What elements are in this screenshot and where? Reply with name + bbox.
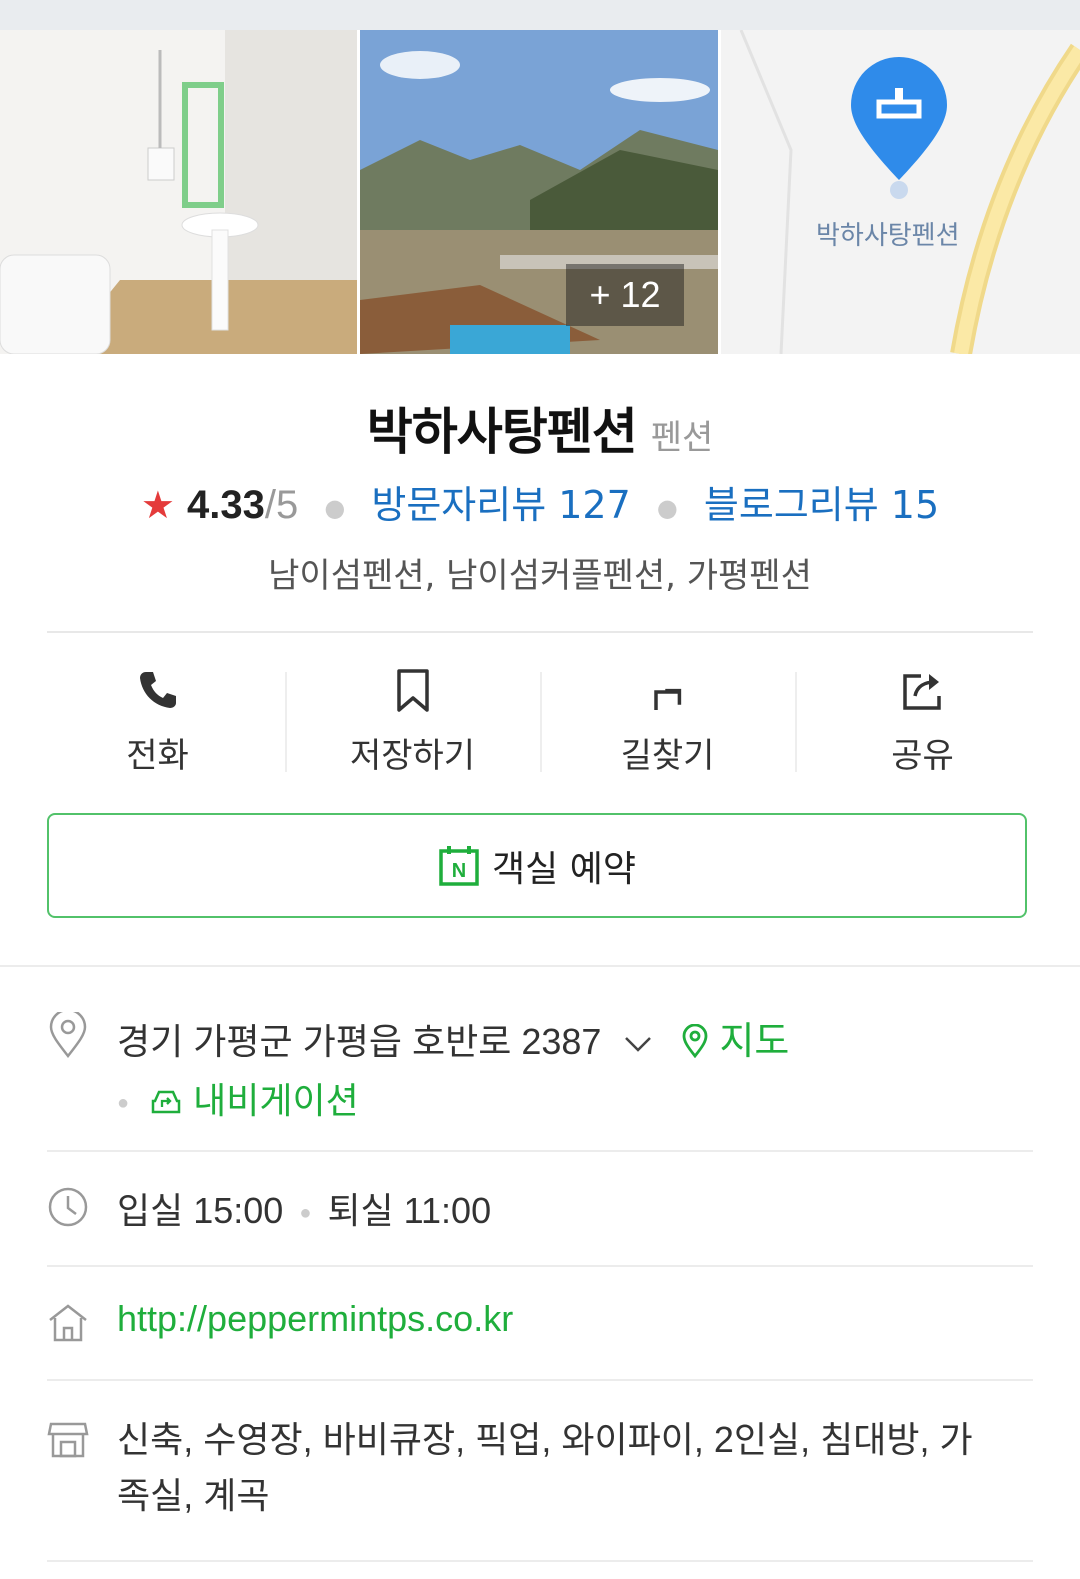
section-divider (0, 965, 1080, 967)
place-category: 펜션 (650, 418, 714, 458)
address-line: 경기 가평군 가평읍 호반로 2387 지도 (117, 1010, 789, 1065)
rating-row: ★ 4.33/5 ● 방문자리뷰 127 ● 블로그리뷰 15 (0, 474, 1080, 529)
checkin-time: 입실 15:00 (117, 1190, 284, 1231)
separator-dot: ● (299, 1201, 312, 1224)
website-row: http://peppermintps.co.kr (47, 1298, 1033, 1358)
map-link[interactable]: 지도 (681, 1021, 790, 1063)
place-keywords: 남이섬펜션, 남이섬커플펜션, 가평펜션 (268, 556, 812, 596)
navigation-link-label: 내비게이션 (193, 1080, 359, 1121)
amenities-text: 신축, 수영장, 바비큐장, 픽업, 와이파이, 2인실, 침대방, 가 족실,… (117, 1412, 1033, 1524)
checkout-time: 퇴실 11:00 (327, 1190, 492, 1231)
call-button[interactable]: 전화 (30, 660, 285, 780)
navigation-line: ● 내비게이션 (117, 1072, 359, 1124)
store-icon (47, 1422, 89, 1458)
checkin-checkout-text: 입실 15:00 ● 퇴실 11:00 (117, 1182, 491, 1234)
map-pin-label: 박하사탕펜션 (816, 221, 960, 251)
car-navigation-icon (151, 1090, 181, 1114)
directions-button[interactable]: 길찾기 (540, 660, 795, 780)
divider (47, 1379, 1033, 1381)
directions-label: 길찾기 (620, 736, 715, 776)
blog-reviews-link[interactable]: 블로그리뷰 15 (704, 483, 939, 527)
save-label: 저장하기 (349, 736, 476, 776)
bathroom-photo[interactable] (0, 30, 357, 354)
room-reservation-button[interactable]: N 객실 예약 (47, 813, 1027, 918)
navigation-link[interactable]: 내비게이션 (139, 1080, 359, 1121)
divider (47, 1560, 1033, 1562)
call-label: 전화 (126, 736, 189, 776)
star-icon: ★ (140, 483, 175, 527)
website-link[interactable]: http://peppermintps.co.kr (117, 1298, 513, 1340)
naver-booking-icon: N (439, 845, 479, 886)
status-bar (0, 0, 1080, 30)
action-bar: 전화 저장하기 길찾기 공유 (30, 660, 1050, 780)
address-text[interactable]: 경기 가평군 가평읍 호반로 2387 (117, 1021, 601, 1062)
svg-text:N: N (452, 860, 466, 882)
share-icon (902, 674, 941, 710)
clock-icon (48, 1187, 88, 1227)
rating-scale: /5 (264, 483, 299, 527)
place-name: 박하사탕펜션 (366, 403, 638, 461)
divider (47, 1265, 1033, 1267)
map-thumbnail[interactable]: 박하사탕펜션 (721, 30, 1080, 354)
reservation-label: 객실 예약 (492, 848, 636, 890)
chevron-down-icon[interactable] (623, 1021, 653, 1063)
checkin-row: 입실 15:00 ● 퇴실 11:00 (47, 1182, 1033, 1242)
rating-score: 4.33 (187, 483, 265, 527)
home-icon (49, 1304, 87, 1342)
separator-dot: ● (656, 493, 678, 522)
map-link-label: 지도 (719, 1021, 790, 1063)
map-pin-icon (683, 1023, 708, 1059)
divider (47, 631, 1033, 633)
share-button[interactable]: 공유 (795, 660, 1050, 780)
location-pin-icon (49, 1012, 87, 1058)
divider (47, 1150, 1033, 1152)
amenities-line: 족실, 계곡 (117, 1475, 270, 1516)
save-button[interactable]: 저장하기 (285, 660, 540, 780)
separator-dot: ● (117, 1091, 130, 1114)
visitor-reviews-link[interactable]: 방문자리뷰 127 (371, 483, 630, 527)
amenities-row: 신축, 수영장, 바비큐장, 픽업, 와이파이, 2인실, 침대방, 가 족실,… (47, 1412, 1033, 1532)
amenities-line: 신축, 수영장, 바비큐장, 픽업, 와이파이, 2인실, 침대방, 가 (117, 1419, 973, 1460)
place-header: 박하사탕펜션 펜션 (0, 392, 1080, 464)
directions-icon (653, 688, 681, 710)
more-photos-badge[interactable]: + 12 (566, 264, 684, 326)
scenery-photo[interactable]: + 12 (360, 30, 718, 354)
separator-dot: ● (324, 493, 346, 522)
phone-icon (139, 672, 176, 708)
share-label: 공유 (891, 736, 954, 776)
address-row: 경기 가평군 가평읍 호반로 2387 지도 ● 내비게이션 (47, 1010, 1033, 1121)
photo-gallery: + 12 박하사탕펜션 (0, 30, 1080, 354)
bookmark-icon (396, 669, 429, 712)
